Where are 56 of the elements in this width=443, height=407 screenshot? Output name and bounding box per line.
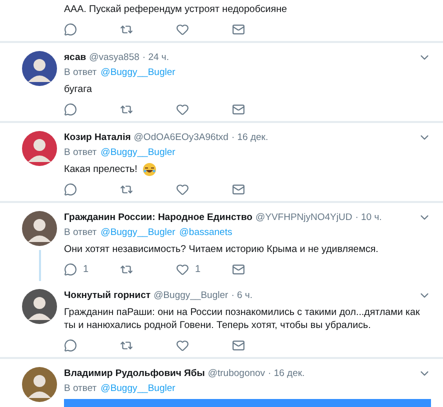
tweet-text: бугага [64,83,92,96]
heart-icon[interactable] [176,182,189,196]
avatar[interactable] [22,51,57,86]
reply-icon[interactable] [64,22,77,36]
retweet-icon[interactable] [120,262,133,276]
tweet-text: ААА. Пускай референдум устроят недоробсияне [64,3,287,16]
tweet-time[interactable]: · 16 дек. [231,132,268,143]
mail-icon[interactable] [232,22,245,36]
mail-icon[interactable] [232,262,245,276]
tweet-text: Они хотят независимость? Читаем историю Крыма и не удивляемся. [64,243,378,256]
user-handle: @OdOA6EOy3A96txd [134,132,228,143]
like-count: 1 [195,264,201,274]
user-name[interactable]: ясав [64,52,86,63]
reply-count: 1 [83,264,89,274]
tweet-time[interactable]: · 6 ч. [231,290,253,301]
user-name[interactable]: Владимир Рудольфович Ябы [64,368,205,379]
reply-label: В ответ [64,67,97,79]
retweet-icon[interactable] [120,102,133,116]
heart-icon[interactable] [176,262,189,276]
mention-link[interactable]: @Buggy__Bugler [100,67,176,79]
reply-icon[interactable] [64,262,77,276]
user-handle: @YVFHPNjyNO4YjUD [255,212,352,223]
mention-link[interactable]: @bassanets [179,227,232,239]
mail-icon[interactable] [232,182,245,196]
avatar[interactable] [22,367,57,402]
reply-label: В ответ [64,227,97,239]
mail-icon[interactable] [232,338,245,352]
user-handle: @vasya858 [89,52,140,63]
reply-label: В ответ [64,147,97,159]
heart-icon[interactable] [176,338,189,352]
tweet-time[interactable]: · 24 ч. [142,52,169,63]
avatar[interactable] [22,289,57,324]
user-name[interactable]: Гражданин России: Народное Единство [64,212,252,223]
avatar[interactable] [22,211,57,246]
tweet-text: Какая прелесть! [64,163,138,176]
user-name[interactable]: Козир Наталія [64,132,131,143]
user-handle: @trubogonov [208,368,266,379]
user-handle: @Buggy__Bugler [154,290,228,301]
heart-icon[interactable] [176,102,189,116]
reply-label: В ответ [64,383,97,395]
mention-link[interactable]: @Buggy__Bugler [100,383,176,395]
reply-icon[interactable] [64,338,77,352]
retweet-icon[interactable] [120,182,133,196]
mention-link[interactable]: @Buggy__Bugler [100,227,176,239]
heart-icon[interactable] [176,22,189,36]
user-name[interactable]: Чокнутый горнист [64,290,151,301]
reply-icon[interactable] [64,182,77,196]
mail-icon[interactable] [232,102,245,116]
tweet-time[interactable]: · 10 ч. [355,212,382,223]
tweet-text: Гражданин паРаши: они на России познакомились с такими дол...дятлами как ты и нанюхались родной Говени. Теперь хотят, чтобы вы убрались. [64,306,421,332]
mention-link[interactable]: @Buggy__Bugler [100,147,176,159]
reply-icon[interactable] [64,102,77,116]
retweet-icon[interactable] [120,338,133,352]
tweet-time[interactable]: · 16 дек. [268,368,305,379]
avatar[interactable] [22,131,57,166]
retweet-icon[interactable] [120,22,133,36]
